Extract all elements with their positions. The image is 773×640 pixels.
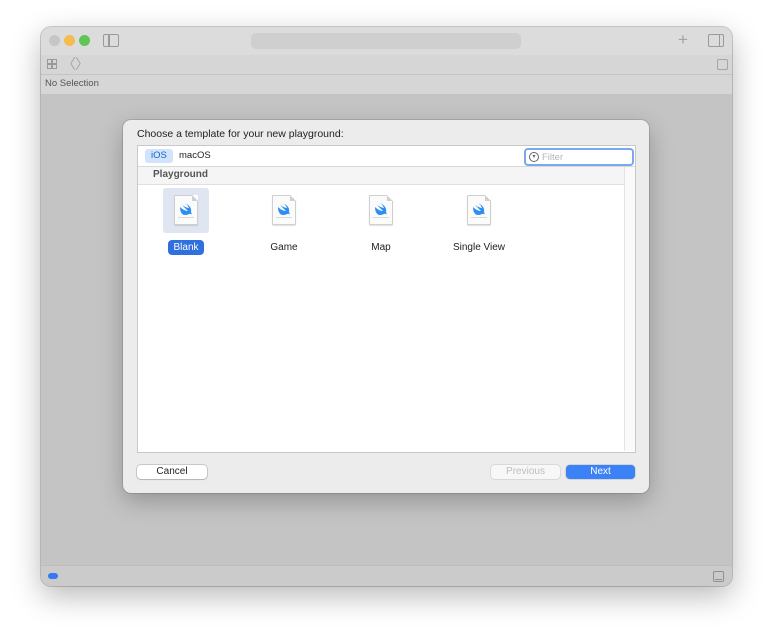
doc-caption-line — [276, 217, 292, 218]
swift-playground-icon — [467, 195, 491, 225]
next-button[interactable]: Next — [566, 465, 635, 479]
debug-area-toggle-icon[interactable] — [48, 573, 58, 579]
swift-logo-icon — [473, 203, 485, 215]
minimize-window-button[interactable] — [64, 35, 75, 46]
previous-button[interactable]: Previous — [491, 465, 560, 479]
tab-ios[interactable]: iOS — [145, 149, 173, 163]
template-blank[interactable]: Blank — [149, 188, 219, 258]
jump-bar: 〈 〉 — [41, 55, 732, 75]
template-single-view[interactable]: Single View — [442, 188, 512, 258]
activity-viewer — [251, 33, 521, 49]
section-header-label: Playground — [153, 169, 209, 180]
close-window-button[interactable] — [49, 35, 60, 46]
plus-icon[interactable]: + — [675, 30, 691, 50]
template-label: Game — [270, 242, 298, 253]
swift-playground-icon — [174, 195, 198, 225]
platform-tabs: iOS macOS ▾ — [138, 146, 635, 167]
console-icon[interactable] — [713, 571, 724, 582]
filter-input[interactable] — [542, 150, 628, 164]
sheet-title: Choose a template for your new playgroun… — [137, 128, 344, 140]
scrollbar[interactable] — [624, 167, 635, 451]
doc-caption-line — [373, 217, 389, 218]
swift-playground-icon — [369, 195, 393, 225]
no-selection-label: No Selection — [45, 78, 99, 89]
path-bar: No Selection — [41, 75, 732, 95]
titlebar: + — [41, 27, 732, 56]
template-chooser: iOS macOS ▾ Playground Blank — [137, 145, 636, 453]
filter-field[interactable]: ▾ — [524, 148, 634, 166]
cancel-button[interactable]: Cancel — [137, 465, 207, 479]
swift-logo-icon — [180, 203, 192, 215]
doc-caption-line — [471, 217, 487, 218]
template-label: Blank — [168, 240, 204, 255]
swift-logo-icon — [278, 203, 290, 215]
template-label: Single View — [452, 242, 506, 253]
doc-caption-line — [178, 217, 194, 218]
related-items-icon[interactable] — [717, 59, 728, 70]
template-label: Map — [371, 242, 391, 253]
grid-icon[interactable] — [47, 59, 57, 69]
tab-macos[interactable]: macOS — [173, 149, 217, 163]
template-game[interactable]: Game — [247, 188, 317, 258]
zoom-window-button[interactable] — [79, 35, 90, 46]
swift-logo-icon — [375, 203, 387, 215]
section-header: Playground — [138, 167, 624, 185]
debug-bar — [41, 565, 732, 586]
filter-icon: ▾ — [529, 152, 539, 162]
chevron-left-icon[interactable]: 〈 — [62, 56, 76, 72]
sidebar-icon[interactable] — [103, 34, 119, 47]
swift-playground-icon — [272, 195, 296, 225]
chevron-right-icon[interactable]: 〉 — [75, 56, 89, 72]
template-chooser-sheet: Choose a template for your new playgroun… — [123, 120, 649, 493]
template-map[interactable]: Map — [344, 188, 414, 258]
inspector-icon[interactable] — [708, 34, 724, 47]
